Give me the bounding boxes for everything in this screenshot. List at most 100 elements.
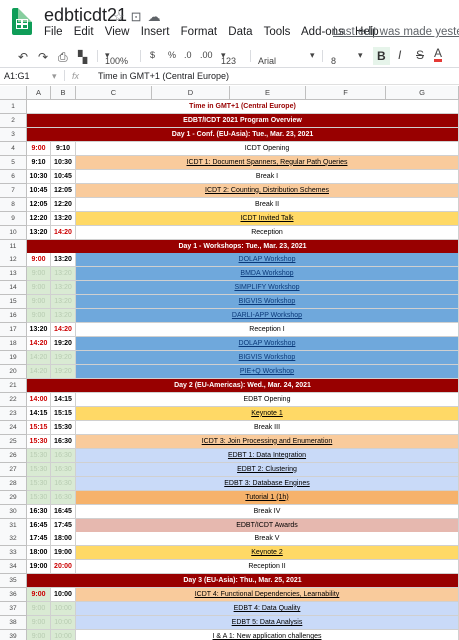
menu-insert[interactable]: Insert <box>141 26 170 38</box>
start-time-cell[interactable]: 9:00 <box>27 267 51 282</box>
session-cell[interactable]: Tutorial 1 (1h) <box>76 490 459 505</box>
section-header-cell[interactable]: Day 3 (EU-Asia): Thu., Mar. 25, 2021 <box>27 574 459 589</box>
column-header-g[interactable]: G <box>386 86 459 100</box>
end-time-cell[interactable]: 16:45 <box>51 504 76 519</box>
row-header[interactable]: 12 <box>0 253 27 268</box>
menu-view[interactable]: View <box>105 26 130 38</box>
session-cell[interactable]: EDBT 4: Data Quality <box>76 602 459 617</box>
redo-icon[interactable]: ↷ <box>38 50 48 64</box>
row-header[interactable]: 23 <box>0 406 27 421</box>
session-label[interactable]: ICDT 4: Functional Dependencies, Learnab… <box>195 591 340 598</box>
text-color-button[interactable]: A <box>434 47 443 62</box>
column-header-b[interactable]: B <box>51 86 76 100</box>
row-header[interactable]: 32 <box>0 532 27 547</box>
start-time-cell[interactable]: 9:00 <box>27 141 51 156</box>
formula-input[interactable]: Time in GMT+1 (Central Europe) <box>98 71 229 81</box>
start-time-cell[interactable]: 15:30 <box>27 462 51 477</box>
session-cell[interactable]: Break IV <box>76 504 459 519</box>
row-header[interactable]: 37 <box>0 602 27 617</box>
session-label[interactable]: Keynote 2 <box>251 549 283 556</box>
row-header[interactable]: 38 <box>0 616 27 631</box>
cloud-icon[interactable]: ☁ <box>148 9 167 24</box>
row-header[interactable]: 28 <box>0 476 27 491</box>
row-header[interactable]: 26 <box>0 448 27 463</box>
session-label[interactable]: DOLAP Workshop <box>239 340 296 347</box>
session-cell[interactable]: BIGVIS Workshop <box>76 295 459 310</box>
end-time-cell[interactable]: 13:20 <box>51 253 76 268</box>
row-header[interactable]: 4 <box>0 141 27 156</box>
session-label[interactable]: BMDA Workshop <box>240 270 293 277</box>
start-time-cell[interactable]: 9:10 <box>27 155 51 170</box>
session-label[interactable]: BIGVIS Workshop <box>239 354 296 361</box>
session-cell[interactable]: DARLI-APP Workshop <box>76 309 459 324</box>
end-time-cell[interactable]: 14:20 <box>51 225 76 240</box>
start-time-cell[interactable]: 14:20 <box>27 351 51 366</box>
row-header[interactable]: 13 <box>0 267 27 282</box>
bold-button[interactable]: B <box>373 47 390 65</box>
session-cell[interactable]: EDBT 2: Clustering <box>76 462 459 477</box>
name-box[interactable]: A1:G1 <box>4 71 30 81</box>
session-cell[interactable]: ICDT 4: Functional Dependencies, Learnab… <box>76 588 459 603</box>
section-header-cell[interactable]: EDBT/ICDT 2021 Program Overview <box>27 113 459 128</box>
select-all-corner[interactable] <box>0 86 27 100</box>
row-header[interactable]: 10 <box>0 225 27 240</box>
row-header[interactable]: 33 <box>0 546 27 561</box>
session-cell[interactable]: Reception <box>76 225 459 240</box>
session-cell[interactable]: DOLAP Workshop <box>76 253 459 268</box>
session-cell[interactable]: EDBT Opening <box>76 392 459 407</box>
end-time-cell[interactable]: 10:30 <box>51 155 76 170</box>
column-header-d[interactable]: D <box>152 86 230 100</box>
session-label[interactable]: SIMPLIFY Workshop <box>234 284 299 291</box>
row-header[interactable]: 24 <box>0 420 27 435</box>
font-chevron-down-icon[interactable]: ▾ <box>310 50 315 61</box>
session-cell[interactable]: Keynote 1 <box>76 406 459 421</box>
decrease-decimal-button[interactable]: .0 <box>184 50 192 60</box>
session-label[interactable]: I & A 1: New application challenges <box>213 633 322 640</box>
font-size-chevron-down-icon[interactable]: ▾ <box>358 50 363 61</box>
end-time-cell[interactable]: 10:00 <box>51 630 76 640</box>
column-header-c[interactable]: C <box>76 86 152 100</box>
start-time-cell[interactable]: 12:05 <box>27 197 51 212</box>
start-time-cell[interactable]: 10:45 <box>27 183 51 198</box>
session-cell[interactable]: ICDT 2: Counting, Distribution Schemes <box>76 183 459 198</box>
increase-decimal-button[interactable]: .00 <box>200 50 213 60</box>
row-header[interactable]: 8 <box>0 197 27 212</box>
end-time-cell[interactable]: 19:20 <box>51 337 76 352</box>
session-cell[interactable]: PIE+Q Workshop <box>76 365 459 380</box>
end-time-cell[interactable]: 13:20 <box>51 281 76 296</box>
row-header[interactable]: 34 <box>0 560 27 575</box>
row-header[interactable]: 35 <box>0 574 27 589</box>
start-time-cell[interactable]: 18:00 <box>27 546 51 561</box>
end-time-cell[interactable]: 19:20 <box>51 351 76 366</box>
start-time-cell[interactable]: 13:20 <box>27 323 51 338</box>
menu-file[interactable]: File <box>44 26 63 38</box>
session-cell[interactable]: EDBT 1: Data Integration <box>76 448 459 463</box>
session-cell[interactable]: Break II <box>76 197 459 212</box>
end-time-cell[interactable]: 13:20 <box>51 295 76 310</box>
end-time-cell[interactable]: 15:30 <box>51 420 76 435</box>
row-header[interactable]: 3 <box>0 127 27 142</box>
row-header[interactable]: 30 <box>0 504 27 519</box>
end-time-cell[interactable]: 12:05 <box>51 183 76 198</box>
row-header[interactable]: 36 <box>0 588 27 603</box>
row-header[interactable]: 18 <box>0 337 27 352</box>
row-header[interactable]: 29 <box>0 490 27 505</box>
start-time-cell[interactable]: 9:00 <box>27 588 51 603</box>
row-header[interactable]: 17 <box>0 323 27 338</box>
start-time-cell[interactable]: 19:00 <box>27 560 51 575</box>
end-time-cell[interactable]: 16:30 <box>51 434 76 449</box>
section-header-cell[interactable]: Day 1 - Conf. (EU-Asia): Tue., Mar. 23, … <box>27 127 459 142</box>
start-time-cell[interactable]: 9:00 <box>27 309 51 324</box>
session-cell[interactable]: ICDT Invited Talk <box>76 211 459 226</box>
start-time-cell[interactable]: 14:20 <box>27 365 51 380</box>
session-label[interactable]: DARLI-APP Workshop <box>232 312 302 319</box>
last-edit-link[interactable]: Last edit was made yesterday at <box>333 26 459 38</box>
session-label[interactable]: DOLAP Workshop <box>239 256 296 263</box>
section-header-cell[interactable]: Day 2 (EU-Americas): Wed., Mar. 24, 2021 <box>27 379 459 393</box>
more-formats-button[interactable]: 123 ▾ <box>221 50 236 66</box>
end-time-cell[interactable]: 17:45 <box>51 518 76 533</box>
start-time-cell[interactable]: 15:15 <box>27 420 51 435</box>
session-cell[interactable]: EDBT 3: Database Engines <box>76 476 459 491</box>
end-time-cell[interactable]: 9:10 <box>51 141 76 156</box>
star-icon[interactable]: ☆ <box>113 9 131 24</box>
